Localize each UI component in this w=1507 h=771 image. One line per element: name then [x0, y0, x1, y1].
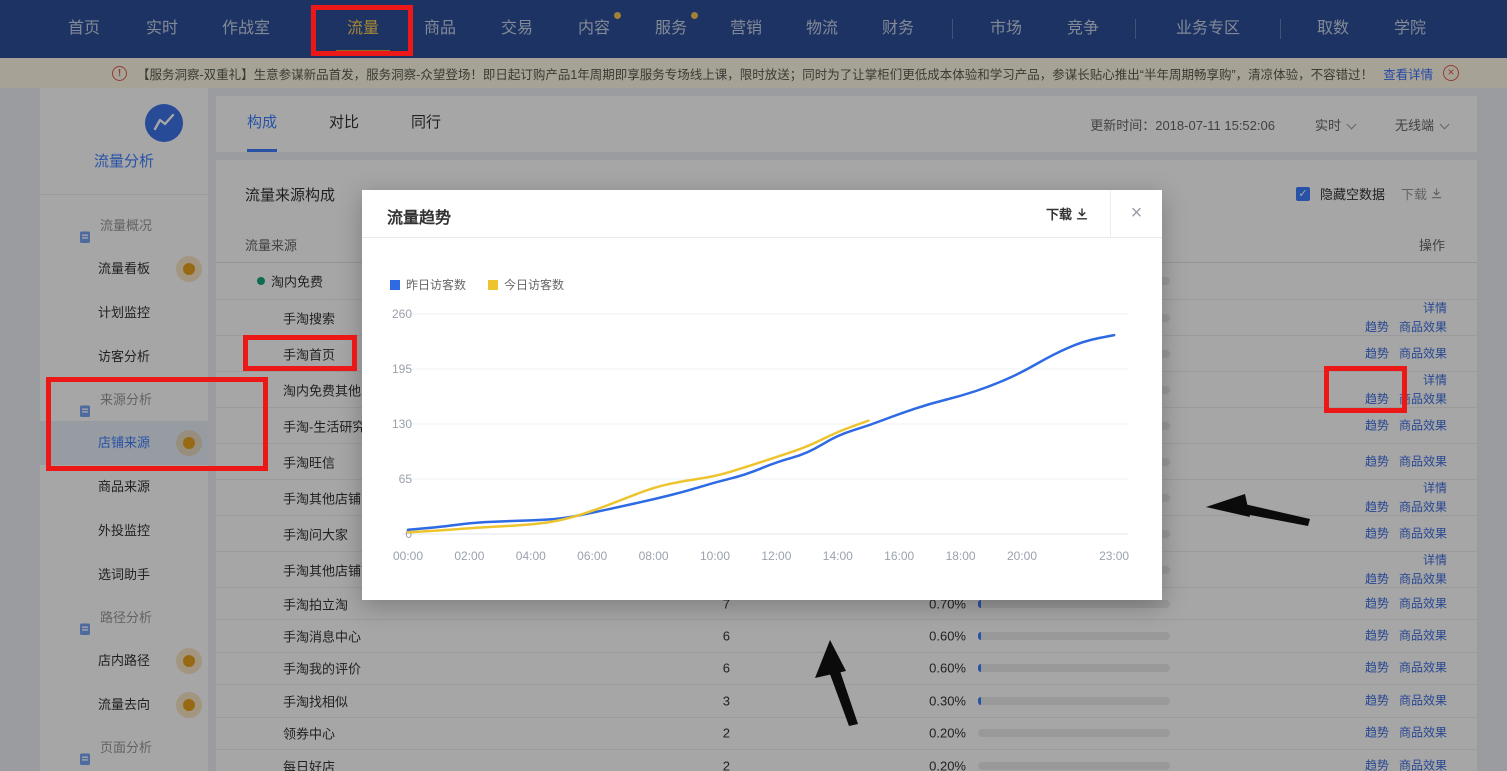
- svg-text:18:00: 18:00: [946, 549, 976, 563]
- svg-text:02:00: 02:00: [454, 549, 484, 563]
- svg-text:06:00: 06:00: [577, 549, 607, 563]
- svg-text:10:00: 10:00: [700, 549, 730, 563]
- svg-text:08:00: 08:00: [639, 549, 669, 563]
- svg-text:00:00: 00:00: [393, 549, 423, 563]
- sycm-traffic-page: 首页实时作战室流量商品交易内容服务营销物流财务市场竞争业务专区取数学院 ! 【服…: [0, 0, 1507, 771]
- series-line: [408, 421, 869, 533]
- svg-text:12:00: 12:00: [761, 549, 791, 563]
- trend-chart[interactable]: 06513019526000:0002:0004:0006:0008:0010:…: [362, 268, 1162, 590]
- download-icon: [1076, 208, 1088, 220]
- svg-text:14:00: 14:00: [823, 549, 853, 563]
- modal-header: 流量趋势 下载 ×: [362, 190, 1162, 238]
- modal-download-button[interactable]: 下载: [1046, 204, 1088, 223]
- svg-text:195: 195: [392, 362, 412, 376]
- svg-text:65: 65: [399, 472, 413, 486]
- svg-text:04:00: 04:00: [516, 549, 546, 563]
- modal-title: 流量趋势: [387, 204, 451, 228]
- series-line: [408, 335, 1114, 530]
- svg-text:130: 130: [392, 417, 412, 431]
- svg-text:20:00: 20:00: [1007, 549, 1037, 563]
- svg-text:16:00: 16:00: [884, 549, 914, 563]
- svg-text:23:00: 23:00: [1099, 549, 1129, 563]
- traffic-trend-modal: 流量趋势 下载 × 昨日访客数今日访客数 06513019526000:0002…: [362, 190, 1162, 600]
- svg-text:260: 260: [392, 307, 412, 321]
- modal-close-icon[interactable]: ×: [1110, 190, 1162, 238]
